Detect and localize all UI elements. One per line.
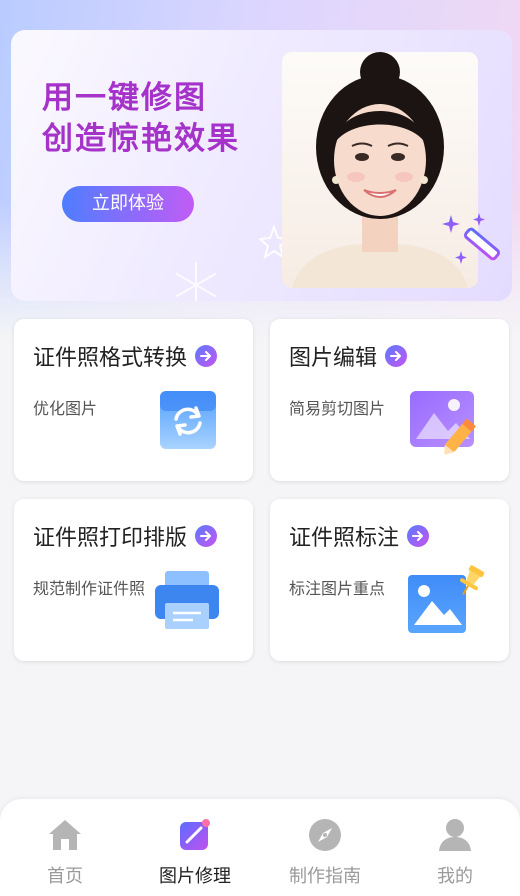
image-pin-icon [408, 565, 485, 633]
tab-mine[interactable]: 我的 [390, 799, 520, 896]
card-subtitle: 简易剪切图片 [289, 399, 386, 418]
tab-home[interactable]: 首页 [0, 799, 130, 896]
card-image-edit[interactable]: 图片编辑 简易剪切图片 [270, 319, 509, 481]
card-id-photo-print-layout[interactable]: 证件照打印排版 规范制作证件照 [14, 499, 253, 661]
card-subtitle: 优化图片 [33, 399, 98, 418]
tab-photo-edit[interactable]: 图片修理 [130, 799, 260, 896]
compass-icon [309, 819, 341, 851]
user-icon [439, 819, 471, 851]
convert-icon [160, 391, 216, 449]
card-title: 证件照打印排版 [33, 526, 188, 551]
banner-title: 用一键修图 创造惊艳效果 [42, 78, 240, 160]
printer-icon [155, 571, 219, 629]
home-icon [49, 820, 81, 850]
image-edit-icon [410, 391, 476, 455]
tab-label: 首页 [47, 866, 83, 887]
tab-label: 制作指南 [289, 866, 361, 887]
banner-title-line2: 创造惊艳效果 [42, 121, 240, 157]
card-subtitle: 标注图片重点 [289, 579, 386, 598]
tab-guide[interactable]: 制作指南 [260, 799, 390, 896]
card-id-photo-annotate[interactable]: 证件照标注 标注图片重点 [270, 499, 509, 661]
snowflake-decoration-icon [176, 262, 216, 301]
card-subtitle: 规范制作证件照 [33, 579, 146, 598]
promo-banner[interactable]: 用一键修图 创造惊艳效果 立即体验 [11, 30, 512, 301]
banner-title-line1: 用一键修图 [42, 80, 207, 116]
arrow-right-icon [195, 525, 218, 547]
try-now-button[interactable]: 立即体验 [62, 186, 194, 222]
card-title: 证件照格式转换 [33, 346, 188, 371]
card-title: 证件照标注 [289, 526, 400, 551]
magic-wand-icon [442, 213, 501, 264]
bottom-tab-bar: 首页 图片修理 制作指南 我的 [0, 799, 520, 896]
tab-label: 图片修理 [159, 866, 231, 887]
arrow-right-icon [385, 345, 408, 367]
arrow-right-icon [195, 345, 218, 367]
arrow-right-icon [407, 525, 430, 547]
card-title: 图片编辑 [289, 346, 378, 371]
tab-label: 我的 [437, 866, 473, 887]
photo-edit-icon [180, 819, 210, 850]
card-id-photo-format-convert[interactable]: 证件照格式转换 优化图片 [14, 319, 253, 481]
